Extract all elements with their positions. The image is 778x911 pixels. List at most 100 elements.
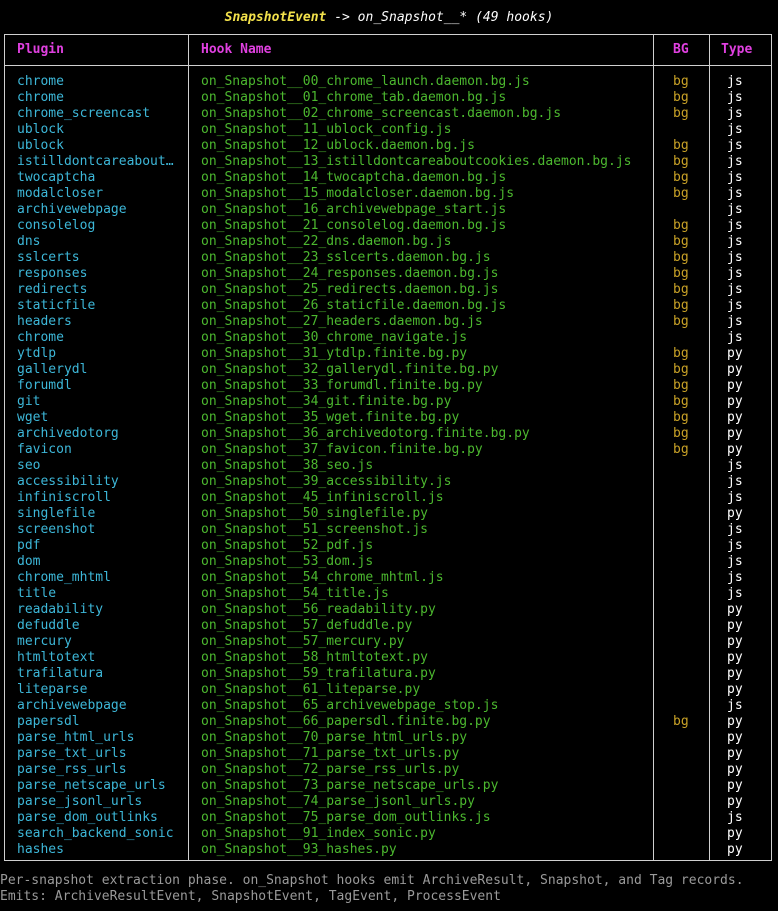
cell-plugin: seo [17, 458, 41, 473]
cell-plugin: chrome_mhtml [17, 570, 111, 585]
cell-type: py [727, 410, 743, 425]
cell-hook-name: on_Snapshot__31_ytdlp.finite.bg.py [201, 346, 468, 361]
cell-type: js [727, 570, 743, 585]
table-row: forumdl on_Snapshot__33_forumdl.finite.bg… [5, 378, 771, 394]
table-row: accessibility on_Snapshot__39_accessibili… [5, 474, 771, 490]
cell-plugin: favicon [17, 442, 72, 457]
cell-type: js [727, 458, 743, 473]
cell-hook-name: on_Snapshot__50_singlefile.py [201, 506, 428, 521]
cell-hook-name: on_Snapshot__72_parse_rss_urls.py [201, 762, 460, 777]
column-header-hook-name: Hook Name [201, 42, 272, 57]
table-row: parse_txt_urls on_Snapshot__71_parse_txt_… [5, 746, 771, 762]
cell-bg: bg [673, 106, 689, 121]
cell-plugin: chrome [17, 74, 64, 89]
cell-bg: bg [673, 234, 689, 249]
cell-hook-name: on_Snapshot__00_chrome_launch.daemon.bg.… [201, 74, 530, 89]
cell-plugin: screenshot [17, 522, 96, 537]
table-row: archivewebpage on_Snapshot__65_archiveweb… [5, 698, 771, 714]
cell-hook-name: on_Snapshot__33_forumdl.finite.bg.py [201, 378, 483, 393]
cell-plugin: infiniscroll [17, 490, 111, 505]
cell-bg: bg [673, 170, 689, 185]
cell-bg: bg [673, 378, 689, 393]
cell-bg: bg [673, 218, 689, 233]
cell-hook-name: on_Snapshot__59_trafilatura.py [201, 666, 436, 681]
cell-hook-name: on_Snapshot__26_staticfile.daemon.bg.js [201, 298, 507, 313]
table-row: screenshot on_Snapshot__51_screenshot.js j… [5, 522, 771, 538]
cell-hook-name: on_Snapshot__53_dom.js [201, 554, 374, 569]
cell-type: py [727, 506, 743, 521]
cell-type: py [727, 794, 743, 809]
cell-plugin: readability [17, 602, 104, 617]
cell-hook-name: on_Snapshot__74_parse_jsonl_urls.py [201, 794, 475, 809]
cell-hook-name: on_Snapshot__70_parse_html_urls.py [201, 730, 468, 745]
cell-type: py [727, 730, 743, 745]
cell-type: js [727, 266, 743, 281]
cell-bg: bg [673, 138, 689, 153]
cell-plugin: redirects [17, 282, 88, 297]
table-title: SnapshotEvent -> on_Snapshot__* (49 hook… [0, 8, 778, 28]
cell-type: js [727, 106, 743, 121]
cell-type: py [727, 602, 743, 617]
cell-type: py [727, 426, 743, 441]
cell-plugin: title [17, 586, 57, 601]
cell-type: js [727, 490, 743, 505]
cell-plugin: gallerydl [17, 362, 88, 377]
cell-type: js [727, 170, 743, 185]
cell-bg: bg [673, 74, 689, 89]
cell-type: js [727, 698, 743, 713]
cell-hook-name: on_Snapshot__93_hashes.py [201, 842, 397, 857]
cell-type: py [727, 842, 743, 857]
cell-hook-name: on_Snapshot__57_mercury.py [201, 634, 405, 649]
cell-plugin: chrome [17, 90, 64, 105]
cell-hook-name: on_Snapshot__36_archivedotorg.finite.bg.… [201, 426, 530, 441]
cell-hook-name: on_Snapshot__22_dns.daemon.bg.js [201, 234, 452, 249]
table-row: htmltotext on_Snapshot__58_htmltotext.py p… [5, 650, 771, 666]
cell-plugin: archivewebpage [17, 698, 127, 713]
cell-bg: bg [673, 394, 689, 409]
cell-plugin: ublock [17, 138, 64, 153]
table-row: headers on_Snapshot__27_headers.daemon.bg… [5, 314, 771, 330]
cell-hook-name: on_Snapshot__25_redirects.daemon.bg.js [201, 282, 499, 297]
cell-plugin: archivewebpage [17, 202, 127, 217]
cell-hook-name: on_Snapshot__66_papersdl.finite.bg.py [201, 714, 491, 729]
cell-type: js [727, 122, 743, 137]
cell-plugin: pdf [17, 538, 41, 553]
table-row: chrome_screencast on_Snapshot__02_chrome_… [5, 106, 771, 122]
cell-plugin: search_backend_sonic [17, 826, 174, 841]
cell-hook-name: on_Snapshot__02_chrome_screencast.daemon… [201, 106, 562, 121]
footer-emits: Emits: ArchiveResultEvent, SnapshotEvent… [0, 889, 501, 904]
cell-bg: bg [673, 410, 689, 425]
cell-type: js [727, 154, 743, 169]
cell-bg: bg [673, 298, 689, 313]
table-row: chrome on_Snapshot__30_chrome_navigate.js… [5, 330, 771, 346]
table-row: liteparse on_Snapshot__61_liteparse.py py [5, 682, 771, 698]
cell-type: py [727, 442, 743, 457]
table-body: chrome on_Snapshot__00_chrome_launch.daem… [5, 74, 771, 858]
cell-hook-name: on_Snapshot__35_wget.finite.bg.py [201, 410, 460, 425]
cell-hook-name: on_Snapshot__14_twocaptcha.daemon.bg.js [201, 170, 507, 185]
table-row: chrome on_Snapshot__00_chrome_launch.daem… [5, 74, 771, 90]
cell-bg: bg [673, 266, 689, 281]
cell-type: js [727, 474, 743, 489]
cell-type: py [727, 778, 743, 793]
cell-type: js [727, 298, 743, 313]
cell-type: js [727, 202, 743, 217]
cell-bg: bg [673, 442, 689, 457]
table-row: parse_netscape_urls on_Snapshot__73_parse… [5, 778, 771, 794]
cell-bg: bg [673, 90, 689, 105]
cell-plugin: mercury [17, 634, 72, 649]
cell-plugin: papersdl [17, 714, 80, 729]
cell-hook-name: on_Snapshot__52_pdf.js [201, 538, 374, 553]
table-row: git on_Snapshot__34_git.finite.bg.py bg py [5, 394, 771, 410]
table-row: chrome_mhtml on_Snapshot__54_chrome_mhtml… [5, 570, 771, 586]
cell-plugin: chrome_screencast [17, 106, 151, 121]
cell-hook-name: on_Snapshot__38_seo.js [201, 458, 374, 473]
cell-hook-name: on_Snapshot__65_archivewebpage_stop.js [201, 698, 499, 713]
cell-type: py [727, 682, 743, 697]
cell-plugin: trafilatura [17, 666, 104, 681]
cell-hook-name: on_Snapshot__73_parse_netscape_urls.py [201, 778, 499, 793]
table-row: consolelog on_Snapshot__21_consolelog.dae… [5, 218, 771, 234]
cell-type: js [727, 810, 743, 825]
cell-type: js [727, 330, 743, 345]
table-row: ublock on_Snapshot__11_ublock_config.js js [5, 122, 771, 138]
